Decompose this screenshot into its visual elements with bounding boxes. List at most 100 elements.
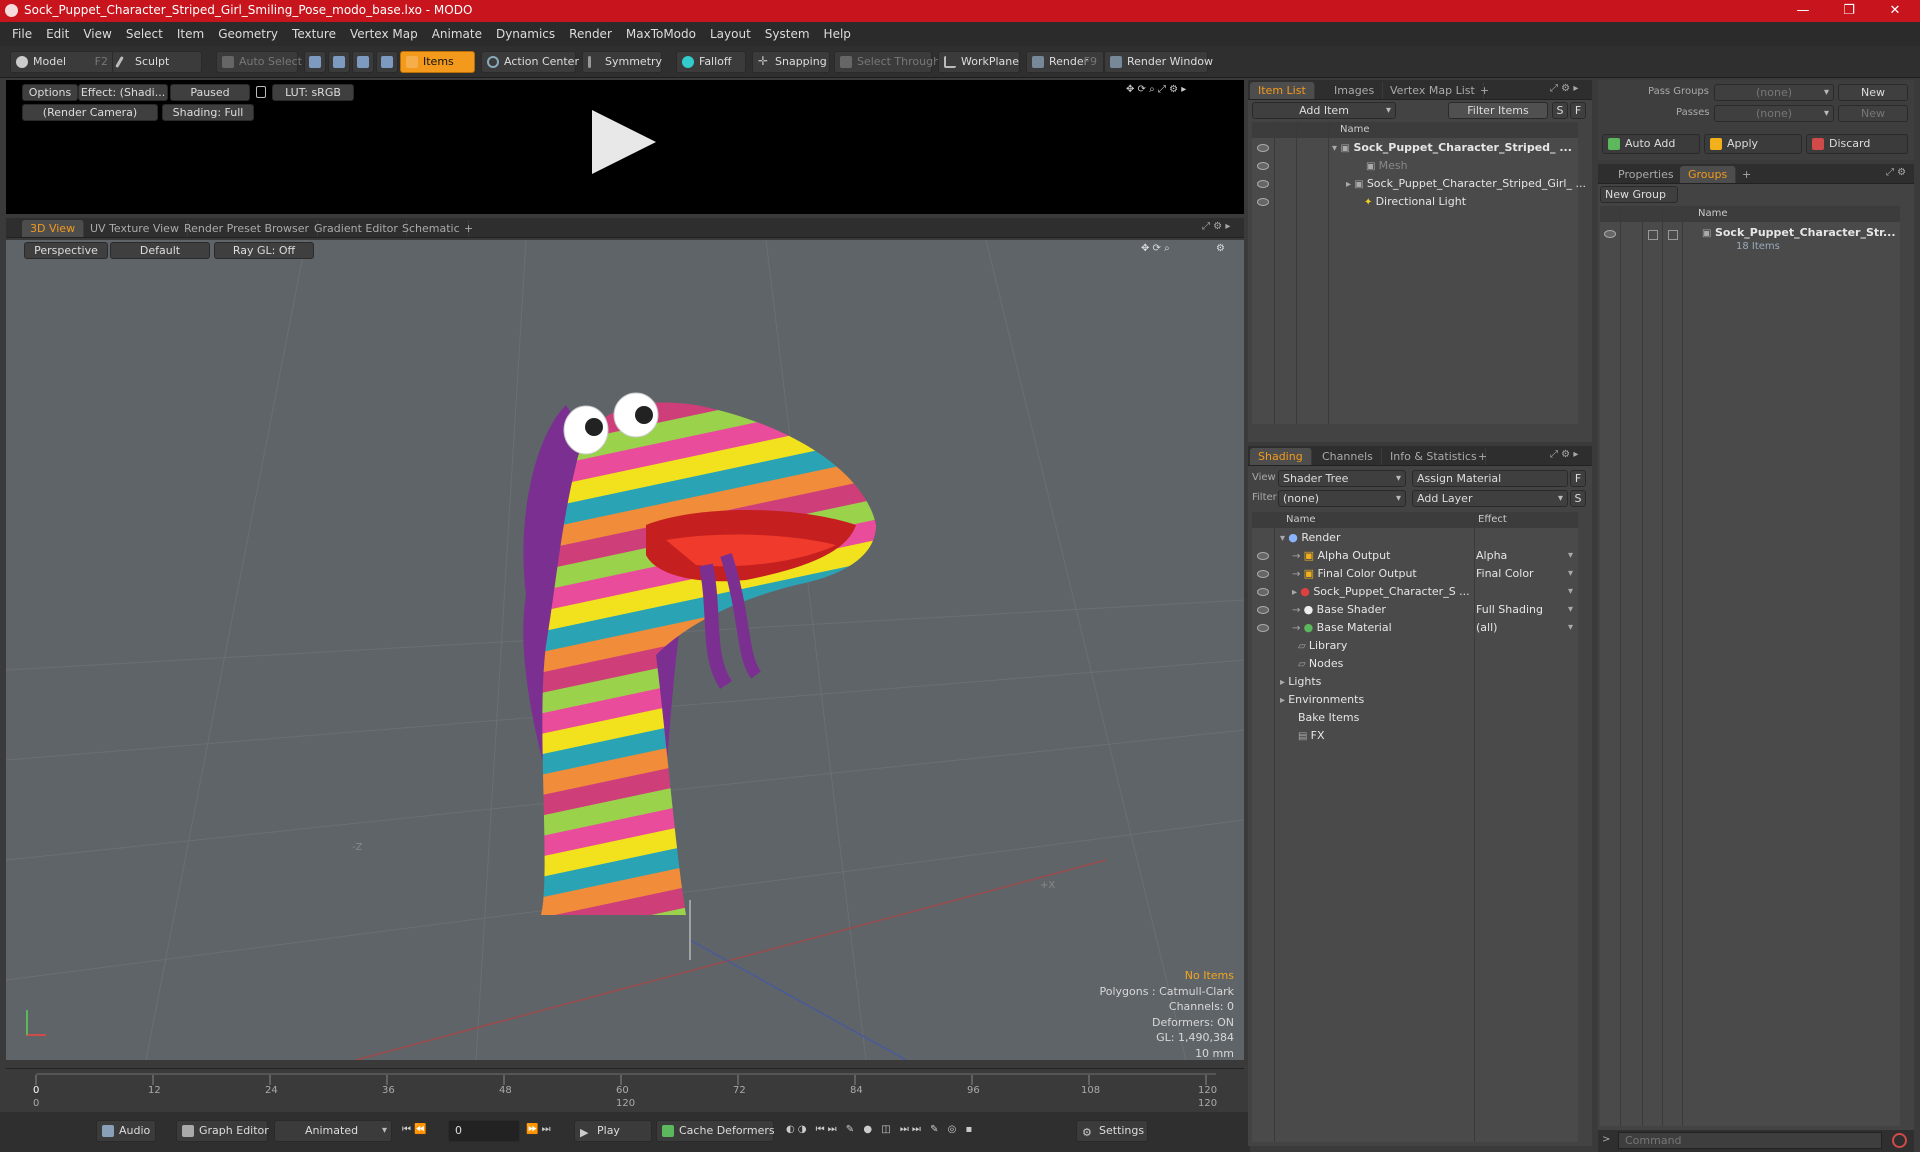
menu-item[interactable]: Item (177, 27, 204, 41)
add-tab-icon[interactable]: + (1734, 166, 1759, 183)
menu-help[interactable]: Help (824, 27, 851, 41)
graph-editor-button[interactable]: Graph Editor (176, 1120, 269, 1142)
visibility-eye-icon[interactable] (1257, 570, 1269, 578)
add-layer-s-button[interactable]: S (1570, 490, 1586, 507)
shader-tree-dropdown[interactable]: Shader Tree (1278, 470, 1406, 487)
shader-row-final-color-output[interactable]: → ▣ Final Color Output Final Color ▾ (1292, 565, 1578, 583)
tab-vertex-map-list[interactable]: Vertex Map List (1382, 82, 1484, 99)
new-pass-group-button[interactable]: New (1838, 84, 1908, 101)
filter-dropdown[interactable]: (none) (1278, 490, 1406, 507)
3d-viewport[interactable]: Perspective Default Ray GL: Off ✥ ⟳ ⌕ ⚙ … (6, 240, 1244, 1060)
filter-s-button[interactable]: S (1552, 102, 1568, 119)
shader-row-library[interactable]: ▱ Library (1298, 637, 1347, 655)
preview-paused-button[interactable]: Paused (170, 84, 250, 101)
assign-material-button[interactable]: Assign Material (1412, 470, 1568, 487)
render-button[interactable]: Render F9 (1026, 51, 1104, 73)
visibility-eye-icon[interactable] (1257, 552, 1269, 560)
shading-dropdown[interactable]: Shading: Full (162, 104, 254, 121)
menu-render[interactable]: Render (569, 27, 612, 41)
lut-dropdown[interactable]: LUT: sRGB (272, 84, 354, 101)
list-item[interactable]: ▣ Sock_Puppet_Character_Str... (1702, 224, 1896, 242)
add-tab-icon[interactable]: + (456, 220, 481, 237)
shader-row-render[interactable]: ▾ ● Render (1280, 529, 1340, 547)
command-history-icon[interactable] (1892, 1133, 1907, 1148)
menu-texture[interactable]: Texture (292, 27, 336, 41)
menu-animate[interactable]: Animate (432, 27, 482, 41)
shader-row-environments[interactable]: ▸ Environments (1280, 691, 1364, 709)
shader-row-nodes[interactable]: ▱ Nodes (1298, 655, 1343, 673)
menu-vertex-map[interactable]: Vertex Map (350, 27, 418, 41)
viewport-settings-icon[interactable]: ⚙ (1216, 243, 1225, 254)
tab-3d-view[interactable]: 3D View (22, 220, 85, 237)
falloff-button[interactable]: Falloff (676, 51, 746, 73)
shader-row-bake-items[interactable]: Bake Items (1298, 709, 1359, 727)
visibility-eye-icon[interactable] (1257, 162, 1269, 170)
panel-icons[interactable]: ⤢ ⚙ ▸ (1550, 449, 1578, 460)
tab-render-preset-browser[interactable]: Render Preset Browser (176, 220, 319, 237)
render-window-button[interactable]: Render Window (1104, 51, 1213, 73)
close-button[interactable]: ✕ (1872, 0, 1918, 22)
new-group-button[interactable]: New Group (1600, 186, 1678, 203)
list-item[interactable]: ✦ Directional Light (1364, 193, 1466, 211)
menu-file[interactable]: File (12, 27, 32, 41)
menu-layout[interactable]: Layout (710, 27, 751, 41)
frame-input[interactable]: 0 (448, 1120, 520, 1142)
minimize-button[interactable]: — (1780, 0, 1826, 22)
key-tools-icons[interactable]: ◐◑ ⏮⏭ ✎ ● ◫ ⏭⏭ ✎ ◎ ▪ (786, 1124, 975, 1135)
tab-item-list[interactable]: Item List (1250, 82, 1315, 99)
model-mode-button[interactable]: Model F2 (10, 51, 115, 73)
perspective-dropdown[interactable]: Perspective (24, 242, 108, 259)
list-item[interactable]: ▸ ▣ Sock_Puppet_Character_Striped_Girl_ … (1346, 175, 1586, 193)
cache-deformers-button[interactable]: Cache Deformers (656, 1120, 775, 1142)
default-style-dropdown[interactable]: Default (110, 242, 210, 259)
play-preview-icon[interactable] (592, 110, 656, 174)
discard-button[interactable]: Discard (1806, 134, 1908, 154)
timeline[interactable]: 0 12 24 36 48 60 72 84 96 108 120 0 120 … (6, 1068, 1244, 1110)
select-checkbox[interactable] (1668, 230, 1678, 240)
items-mode-button[interactable]: Items (400, 51, 475, 73)
shader-row-base-material[interactable]: → ● Base Material (all) ▾ (1292, 619, 1578, 637)
visibility-eye-icon[interactable] (1257, 624, 1269, 632)
list-item[interactable]: ▾ ▣ Sock_Puppet_Character_Striped_ ... (1332, 139, 1572, 157)
menu-edit[interactable]: Edit (46, 27, 69, 41)
ray-gl-dropdown[interactable]: Ray GL: Off (214, 242, 314, 259)
tab-channels[interactable]: Channels (1314, 448, 1382, 465)
play-button[interactable]: ▶ Play (574, 1120, 652, 1142)
transport-back-icons[interactable]: ⏮ ⏪ (402, 1124, 427, 1135)
animated-dropdown[interactable]: Animated (274, 1120, 392, 1142)
shader-row-alpha-output[interactable]: → ▣ Alpha Output Alpha ▾ (1292, 547, 1578, 565)
preview-nav-icons[interactable]: ✥ ⟳ ⌕ ⤢ ⚙ ▸ (1126, 84, 1186, 95)
filter-f-button[interactable]: F (1570, 102, 1586, 119)
tab-images[interactable]: Images (1326, 82, 1384, 99)
select-edges-button[interactable] (328, 51, 350, 73)
auto-add-button[interactable]: Auto Add (1602, 134, 1700, 154)
menu-view[interactable]: View (83, 27, 111, 41)
lock-icon[interactable] (256, 86, 266, 98)
add-layer-dropdown[interactable]: Add Layer (1412, 490, 1568, 507)
tab-uv-texture-view[interactable]: UV Texture View (82, 220, 188, 237)
add-tab-icon[interactable]: + (1472, 82, 1497, 99)
add-item-dropdown[interactable]: Add Item (1252, 102, 1396, 119)
select-vertices-button[interactable] (304, 51, 326, 73)
preview-effect-dropdown[interactable]: Effect: (Shadi... (78, 84, 168, 101)
workplane-button[interactable]: WorkPlane (938, 51, 1020, 73)
menu-system[interactable]: System (765, 27, 810, 41)
audio-button[interactable]: Audio (96, 1120, 156, 1142)
lock-checkbox[interactable] (1648, 230, 1658, 240)
tab-properties[interactable]: Properties (1610, 166, 1683, 183)
preview-options-button[interactable]: Options (22, 84, 78, 101)
settings-button[interactable]: ⚙ Settings (1076, 1120, 1148, 1142)
apply-button[interactable]: Apply (1704, 134, 1802, 154)
visibility-eye-icon[interactable] (1257, 606, 1269, 614)
tab-gradient-editor[interactable]: Gradient Editor (306, 220, 407, 237)
shader-row-fx[interactable]: ▤ FX (1298, 727, 1325, 745)
action-center-button[interactable]: Action Center (481, 51, 579, 73)
transport-forward-icons[interactable]: ⏩ ⏭ (526, 1124, 551, 1135)
add-tab-icon[interactable]: + (1470, 448, 1495, 465)
command-input[interactable] (1618, 1132, 1882, 1149)
tab-shading[interactable]: Shading (1250, 448, 1312, 465)
visibility-eye-icon[interactable] (1257, 180, 1269, 188)
shader-row-material-group[interactable]: ▸ ● Sock_Puppet_Character_S ... ▾ (1292, 583, 1578, 601)
panel-icons[interactable]: ⤢ ⚙ ▸ (1550, 83, 1578, 94)
menu-dynamics[interactable]: Dynamics (496, 27, 555, 41)
